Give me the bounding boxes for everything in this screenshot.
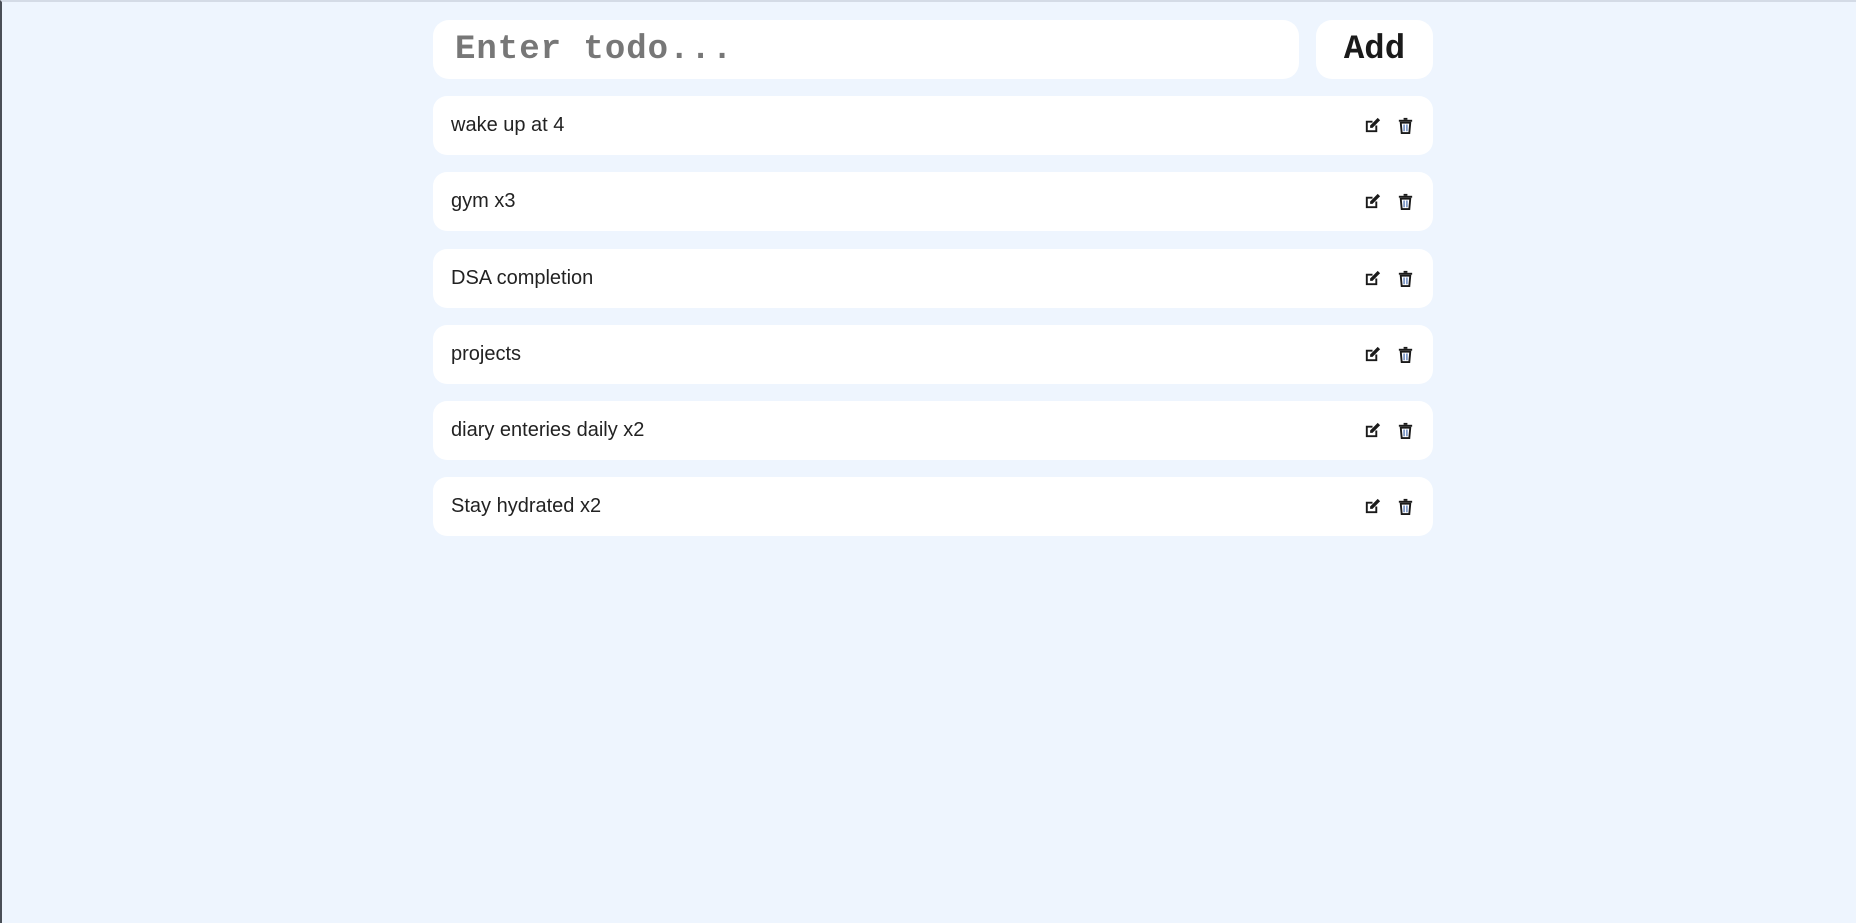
edit-icon[interactable]	[1363, 116, 1382, 135]
todo-text: gym x3	[451, 190, 516, 213]
todo-list: wake up at 4 gym x3 DSA completion proje…	[433, 96, 1433, 537]
todo-text: diary enteries daily x2	[451, 419, 645, 442]
todo-actions	[1363, 497, 1415, 516]
todo-actions	[1363, 116, 1415, 135]
todo-app: Add wake up at 4 gym x3 DSA completion	[433, 20, 1433, 554]
edit-icon[interactable]	[1363, 192, 1382, 211]
delete-icon[interactable]	[1396, 421, 1415, 440]
todo-item: projects	[433, 324, 1433, 384]
todo-text: Stay hydrated x2	[451, 495, 602, 518]
edit-icon[interactable]	[1363, 269, 1382, 288]
delete-icon[interactable]	[1396, 116, 1415, 135]
todo-item: diary enteries daily x2	[433, 401, 1433, 461]
add-button[interactable]: Add	[1316, 20, 1433, 79]
todo-form: Add	[433, 20, 1433, 79]
todo-actions	[1363, 192, 1415, 211]
delete-icon[interactable]	[1396, 269, 1415, 288]
todo-input[interactable]	[433, 20, 1299, 79]
todo-text: DSA completion	[451, 266, 594, 289]
todo-actions	[1363, 345, 1415, 364]
todo-item: DSA completion	[433, 248, 1433, 308]
todo-text: projects	[451, 342, 522, 365]
delete-icon[interactable]	[1396, 345, 1415, 364]
edit-icon[interactable]	[1363, 345, 1382, 364]
edit-icon[interactable]	[1363, 497, 1382, 516]
todo-item: wake up at 4	[433, 96, 1433, 155]
delete-icon[interactable]	[1396, 192, 1415, 211]
delete-icon[interactable]	[1396, 497, 1415, 516]
todo-text: wake up at 4	[451, 114, 565, 136]
edit-icon[interactable]	[1363, 421, 1382, 440]
todo-actions	[1363, 269, 1415, 288]
todo-item: Stay hydrated x2	[433, 477, 1433, 537]
todo-actions	[1363, 421, 1415, 440]
todo-item: gym x3	[433, 172, 1433, 232]
